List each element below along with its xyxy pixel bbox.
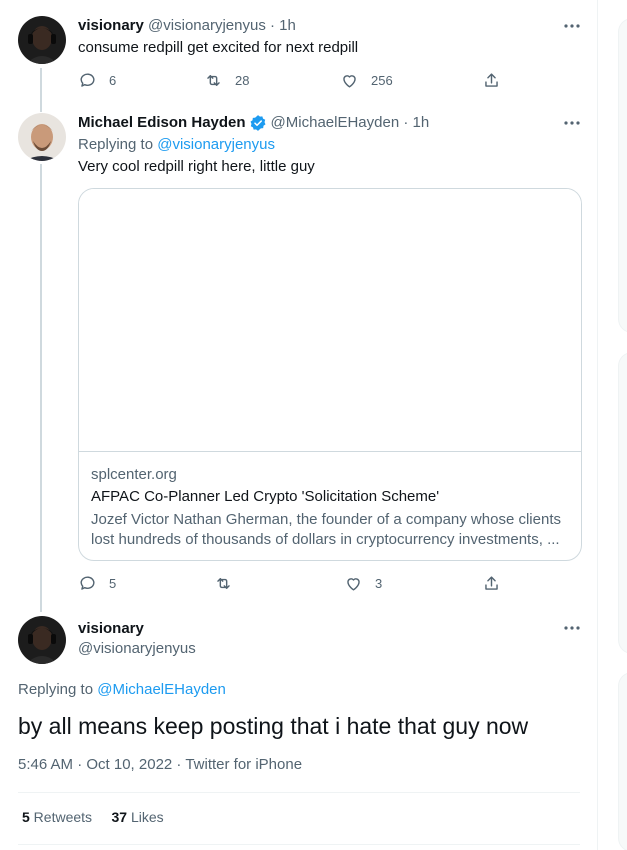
link-preview-card[interactable]: splcenter.org AFPAC Co-Planner Led Crypt… <box>78 188 582 561</box>
tweet-actions: 6 28 256 <box>78 70 508 90</box>
display-name[interactable]: visionary <box>78 16 144 36</box>
focused-handle-row: @visionaryjenyus <box>78 639 196 659</box>
focused-tweet-text: by all means keep posting that i hate th… <box>18 713 529 739</box>
replying-to-prefix: Replying to <box>78 136 158 153</box>
display-name[interactable]: Michael Edison Hayden <box>78 113 246 133</box>
sidebar-card <box>618 352 627 654</box>
sidebar-card <box>618 18 627 333</box>
replying-to-prefix: Replying to <box>18 681 98 698</box>
conversation-thread: visionary @visionaryjenyus · 1h consume … <box>0 0 598 850</box>
more-icon[interactable] <box>562 16 582 36</box>
share-icon <box>485 575 498 590</box>
thread-connector <box>40 68 42 112</box>
heart-icon <box>347 577 360 591</box>
card-description-line: lost hundreds of thousands of dollars in… <box>91 531 560 548</box>
heart-icon <box>343 74 356 88</box>
tweet-text: consume redpill get excited for next red… <box>78 39 359 56</box>
engagement-stats: 5 Retweets 37 Likes <box>22 809 164 825</box>
divider <box>18 792 580 793</box>
retweet-icon <box>207 74 220 86</box>
replying-to: Replying to @visionaryjenyus <box>78 135 275 155</box>
divider <box>18 844 580 845</box>
like-count: 3 <box>375 575 383 591</box>
reply-count: 5 <box>109 575 117 591</box>
user-handle[interactable]: @visionaryjenyus <box>78 639 196 659</box>
card-domain: splcenter.org <box>91 466 177 483</box>
likes-stat[interactable]: 37 Likes <box>112 809 164 825</box>
card-description-line: Jozef Victor Nathan Gherman, the founder… <box>91 511 561 528</box>
tweet-header: Michael Edison Hayden @MichaelEHayden · … <box>78 113 429 133</box>
retweets-stat[interactable]: 5 Retweets <box>22 809 92 825</box>
more-icon[interactable] <box>562 113 582 133</box>
tweet-time[interactable]: 1h <box>413 113 430 133</box>
thread-connector <box>40 164 42 612</box>
share-button[interactable] <box>482 70 501 90</box>
verified-badge-icon <box>250 115 266 131</box>
like-count: 256 <box>371 72 393 88</box>
share-icon <box>485 72 498 87</box>
replying-to-link[interactable]: @MichaelEHayden <box>97 681 226 698</box>
card-title: AFPAC Co-Planner Led Crypto 'Solicitatio… <box>91 488 440 505</box>
card-description: Jozef Victor Nathan Gherman, the founder… <box>91 510 569 550</box>
user-handle[interactable]: @visionaryjenyus <box>148 16 266 36</box>
tweet-actions: 5 3 <box>78 573 508 593</box>
reply-icon <box>80 575 95 590</box>
avatar[interactable] <box>18 113 66 161</box>
reply-button[interactable]: 5 <box>78 573 116 593</box>
retweet-count: 28 <box>235 72 250 88</box>
tweet-header: visionary @visionaryjenyus · 1h <box>78 16 296 36</box>
share-button[interactable] <box>482 573 501 593</box>
retweet-icon <box>217 577 230 589</box>
user-handle[interactable]: @MichaelEHayden <box>271 113 400 133</box>
sidebar-card <box>618 672 627 850</box>
tweet-time[interactable]: 1h <box>279 16 296 36</box>
reply-button[interactable]: 6 <box>78 70 116 90</box>
reply-count: 6 <box>109 72 117 88</box>
replying-to-link[interactable]: @visionaryjenyus <box>157 136 275 153</box>
replying-to: Replying to @MichaelEHayden <box>18 680 226 700</box>
more-icon[interactable] <box>562 618 582 638</box>
avatar[interactable] <box>18 16 66 64</box>
like-button[interactable]: 256 <box>340 70 393 90</box>
reply-icon <box>80 72 95 87</box>
like-button[interactable]: 3 <box>344 573 382 593</box>
retweet-button[interactable] <box>214 573 245 593</box>
tweet-text: Very cool redpill right here, little guy <box>78 158 315 175</box>
retweet-button[interactable]: 28 <box>204 70 249 90</box>
tweet-timestamp-source[interactable]: 5:46 AM · Oct 10, 2022 · Twitter for iPh… <box>18 756 302 773</box>
right-sidebar <box>598 0 627 850</box>
focused-author: visionary <box>78 619 144 639</box>
display-name[interactable]: visionary <box>78 619 144 639</box>
card-image <box>79 189 581 452</box>
avatar[interactable] <box>18 616 66 664</box>
